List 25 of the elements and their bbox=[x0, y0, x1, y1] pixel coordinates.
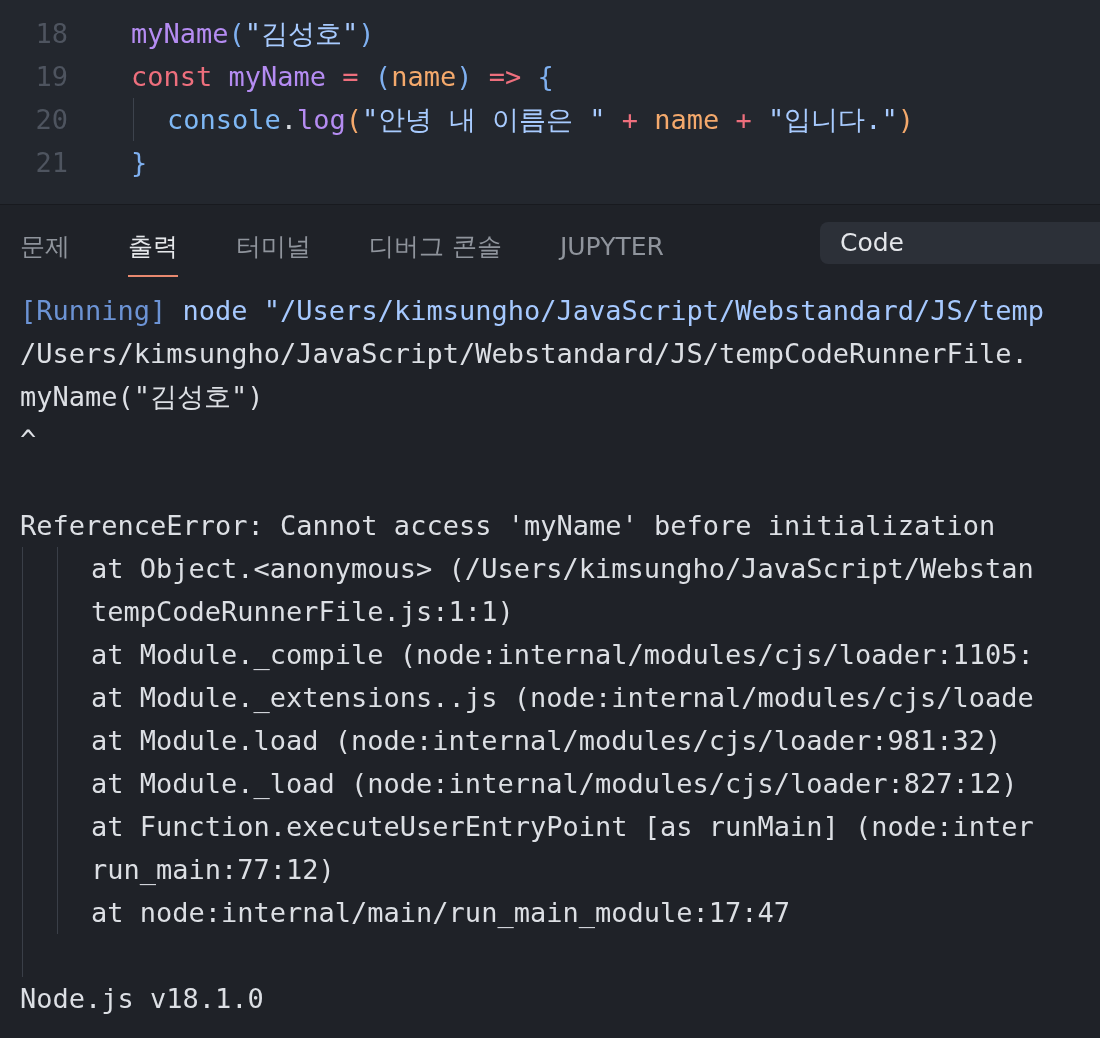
panel-tab[interactable]: 터미널 bbox=[236, 215, 311, 277]
panel-tab[interactable]: 출력 bbox=[128, 215, 178, 277]
stack-trace-line: at node:internal/main/run_main_module:17:47 bbox=[91, 896, 791, 930]
output-line: myName("김성호") bbox=[20, 380, 265, 414]
output-line: Node.js v18.1.0 bbox=[20, 982, 265, 1016]
stack-trace-line: at Module._extensions..js (node:internal/modules/cjs/loade bbox=[91, 681, 1035, 715]
code-line: myName("김성호") bbox=[131, 17, 375, 51]
code-line: console.log("안녕 내 이름은 " + name + "입니다.") bbox=[133, 98, 915, 141]
output-line: ^ bbox=[20, 423, 38, 457]
stack-trace-line: at Module._compile (node:internal/modules/cjs/loader:1105: bbox=[91, 638, 1035, 672]
error-message: ReferenceError: Cannot access 'myName' before initialization bbox=[20, 509, 997, 543]
code-line: } bbox=[131, 146, 148, 180]
panel-tab[interactable]: 문제 bbox=[20, 215, 70, 277]
panel-tab[interactable]: JUPYTER bbox=[559, 217, 664, 275]
stack-trace-line: at Object.<anonymous> (/Users/kimsungho/JavaScript/Webstan bbox=[91, 552, 1035, 586]
panel-tab[interactable]: 디버그 콘솔 bbox=[369, 215, 502, 277]
stack-trace-line: tempCodeRunnerFile.js:1:1) bbox=[91, 595, 515, 629]
output-line: [Running] node "/Users/kimsungho/JavaScript/Webstandard/JS/temp bbox=[20, 294, 1046, 328]
stack-trace-line: at Function.executeUserEntryPoint [as runMain] (node:inter bbox=[91, 810, 1035, 844]
code-line: const myName = (name) => { bbox=[131, 60, 554, 94]
stack-trace-line: at Module._load (node:internal/modules/cjs/loader:827:12) bbox=[91, 767, 1019, 801]
output-line: /Users/kimsungho/JavaScript/Webstandard/JS/tempCodeRunnerFile. bbox=[20, 337, 1029, 371]
output-channel-dropdown[interactable]: Code bbox=[820, 222, 1100, 264]
stack-trace-line: run_main:77:12) bbox=[91, 853, 336, 887]
stack-trace-line: at Module.load (node:internal/modules/cjs/loader:981:32) bbox=[91, 724, 1003, 758]
